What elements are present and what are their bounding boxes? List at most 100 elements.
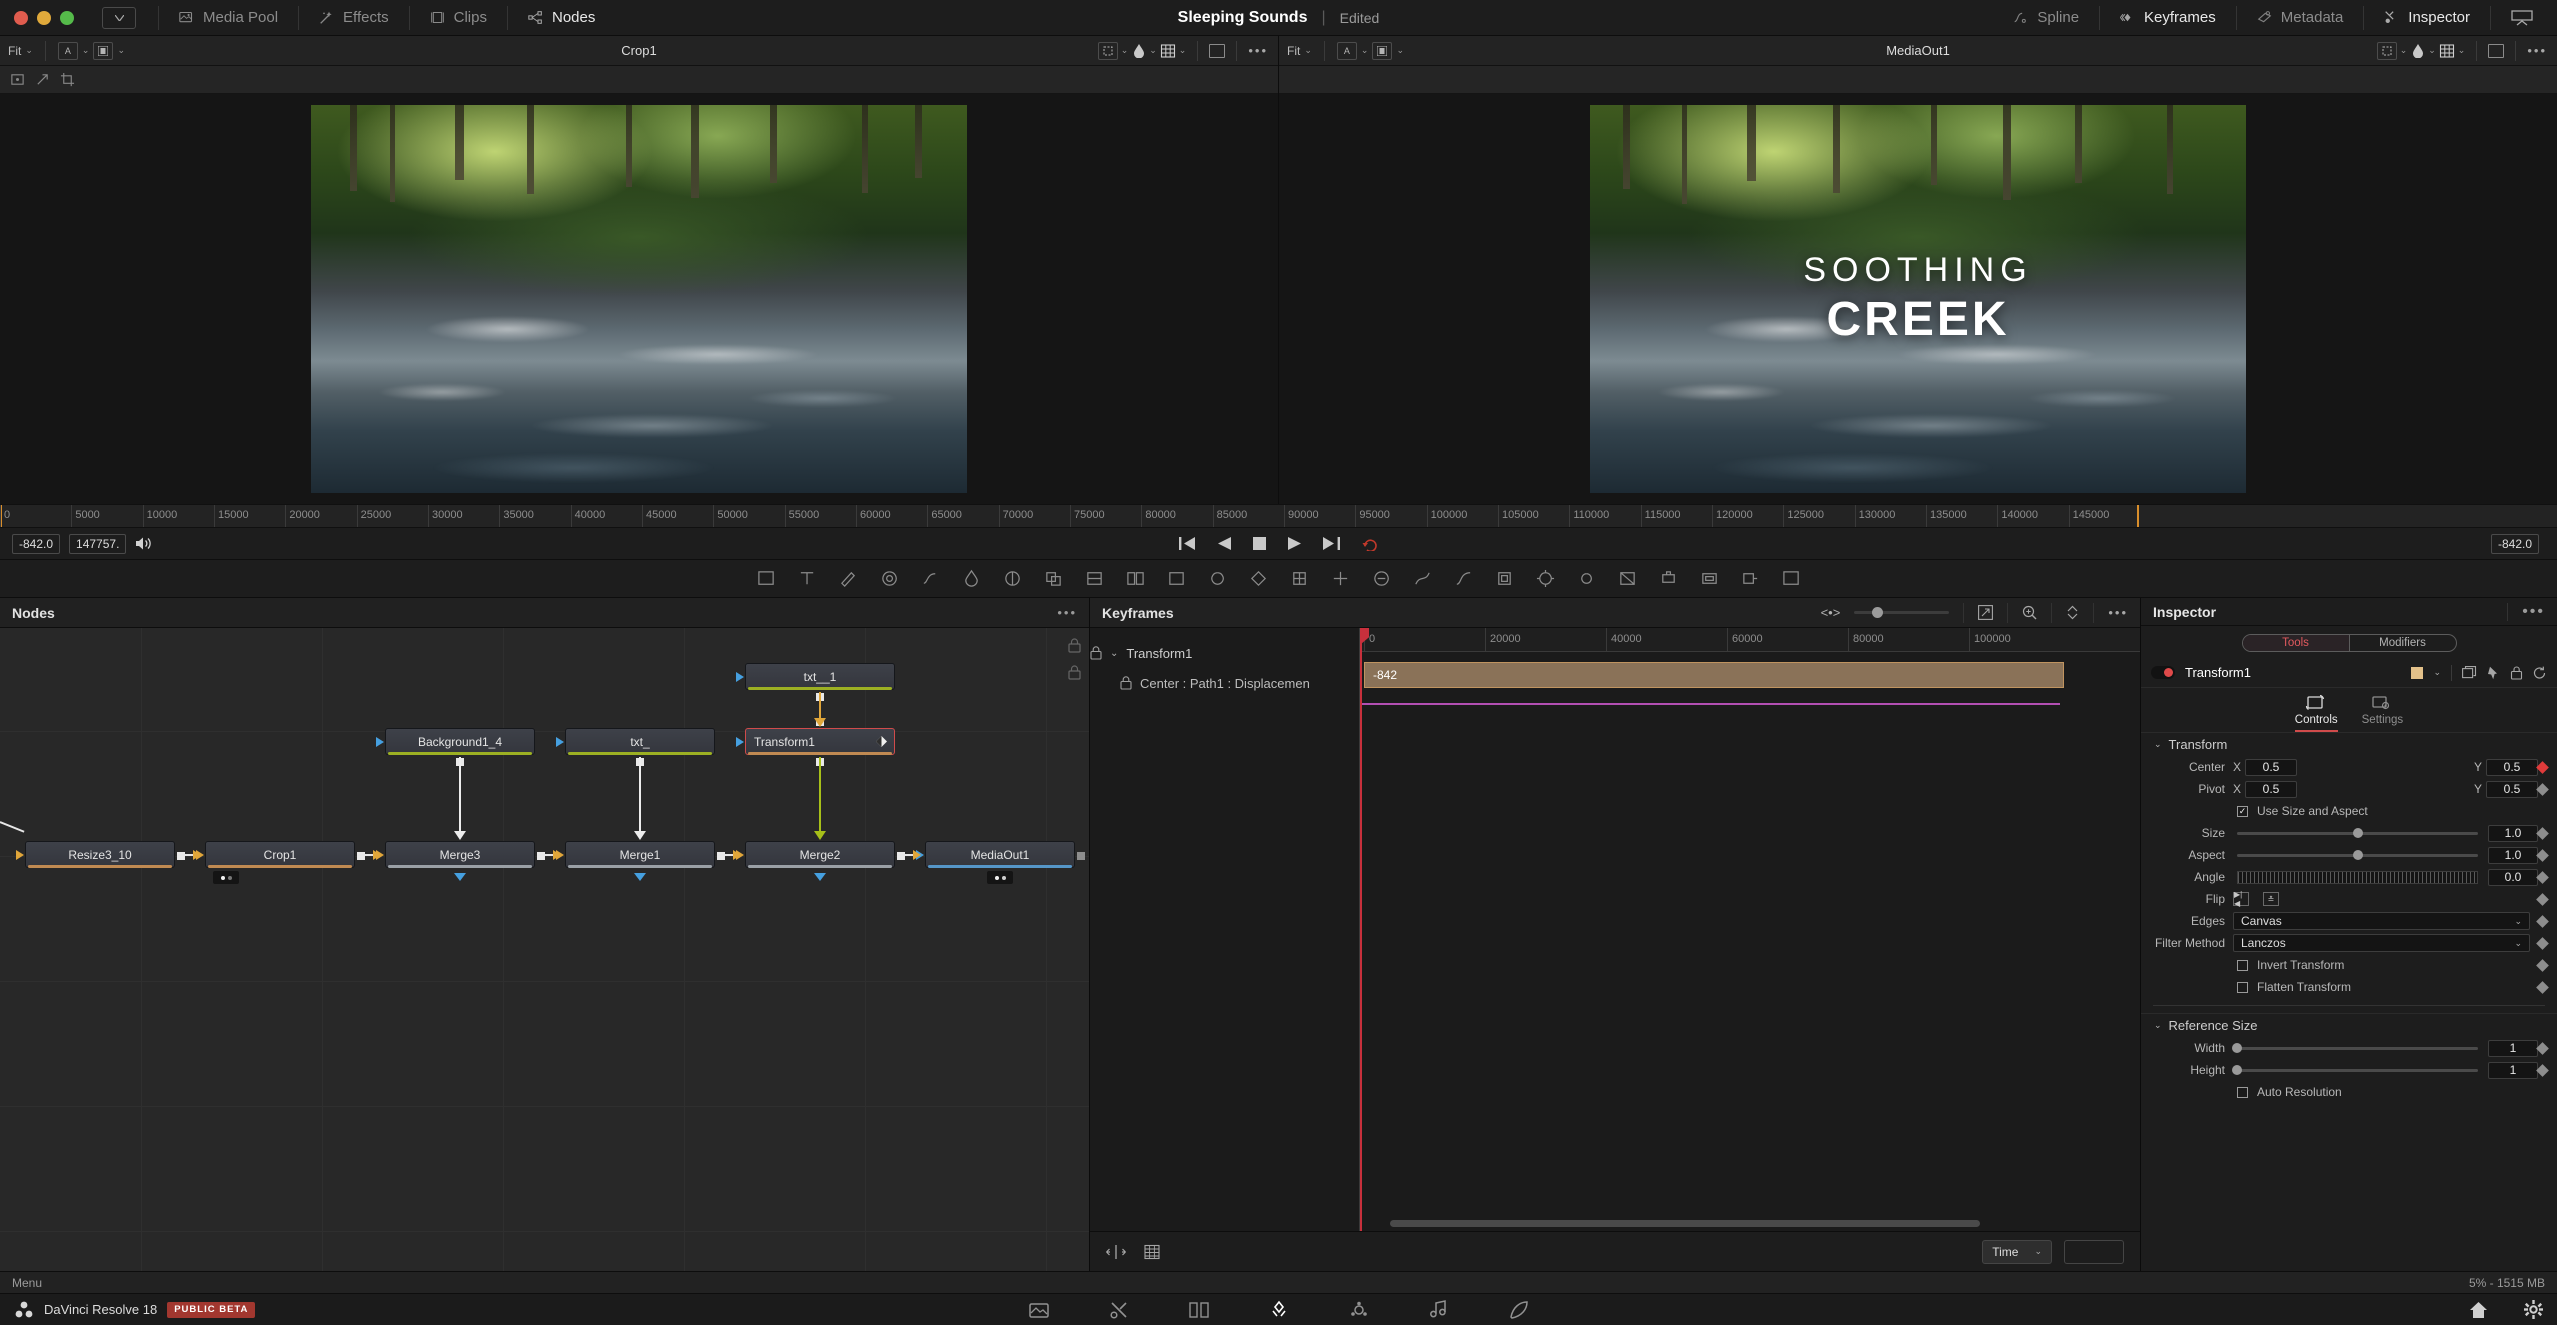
node-input-arrow[interactable] <box>736 672 744 682</box>
keyframes-track-row[interactable]: ⌄ Transform1 <box>1090 638 1359 668</box>
chevron-down-icon[interactable]: ⌄ <box>82 45 90 56</box>
fit-icon[interactable] <box>1978 605 1994 620</box>
chevron-down-icon[interactable]: ⌄ <box>2458 45 2466 56</box>
size-keyframe-button[interactable] <box>2536 826 2549 840</box>
pin-icon[interactable] <box>2487 666 2500 680</box>
viewer-left-buffer-a-button[interactable]: A <box>57 41 78 60</box>
color-page-icon[interactable] <box>1349 1300 1369 1320</box>
node-keyframe-icon[interactable] <box>876 736 887 747</box>
node-input-arrow[interactable] <box>556 737 564 747</box>
viewer-right-canvas[interactable]: SOOTHING CREEK <box>1279 94 2557 504</box>
filter-method-dropdown[interactable]: Lanczos ⌄ <box>2233 934 2530 952</box>
media-in-icon[interactable] <box>1741 569 1760 588</box>
status-menu-label[interactable]: Menu <box>12 1276 42 1290</box>
tab-settings[interactable]: Settings <box>2362 694 2403 732</box>
fusion-page-icon[interactable] <box>1269 1300 1289 1320</box>
panel-chevron-button[interactable] <box>102 6 136 29</box>
edges-keyframe-button[interactable] <box>2536 914 2549 928</box>
chevron-down-icon[interactable]: ⌄ <box>1110 648 1118 659</box>
clips-button[interactable]: Clips <box>412 0 505 36</box>
glow-icon[interactable] <box>1577 569 1596 588</box>
angle-input[interactable]: 0.0 <box>2488 868 2538 886</box>
spreadsheet-icon[interactable] <box>1144 1244 1160 1260</box>
keyframes-ruler[interactable]: 0 20000 40000 60000 80000 100000 <box>1360 628 2140 652</box>
viewer-left-grid-button[interactable] <box>1160 43 1176 59</box>
keyframes-track-row[interactable]: Center : Path1 : Displacemen <box>1090 668 1359 698</box>
color-curves-icon[interactable] <box>1454 569 1473 588</box>
edit-page-icon[interactable] <box>1188 1300 1209 1320</box>
node-mediaout1[interactable]: MediaOut1 <box>916 841 1085 868</box>
viewer-right-options-icon[interactable]: ••• <box>2527 43 2547 58</box>
aspect-input[interactable]: 1.0 <box>2488 846 2538 864</box>
keyframe-path-line[interactable] <box>1360 703 2060 705</box>
inout-range-icon[interactable]: <•> <box>1821 605 1841 620</box>
pivot-x-input[interactable]: 0.5 <box>2245 780 2297 798</box>
nodes-more-options-icon[interactable]: ••• <box>1057 605 1077 620</box>
node-input-arrow[interactable] <box>376 737 384 747</box>
reset-icon[interactable] <box>2533 666 2547 680</box>
merge-tool-icon[interactable] <box>1085 569 1104 588</box>
invert-transform-checkbox[interactable] <box>2237 959 2248 971</box>
node-view-toggle[interactable] <box>987 871 1013 884</box>
paint-drop-icon[interactable] <box>1003 569 1022 588</box>
nodes-button[interactable]: Nodes <box>510 0 613 36</box>
viewer-right-grid-button[interactable] <box>2439 43 2455 59</box>
size-input[interactable]: 1.0 <box>2488 824 2538 842</box>
chevron-down-icon[interactable]: ⌄ <box>1149 45 1157 56</box>
chevron-down-icon[interactable]: ⌄ <box>1304 45 1312 56</box>
center-keyframe-button[interactable] <box>2536 760 2549 774</box>
chevron-down-icon[interactable]: ⌄ <box>117 45 125 56</box>
timeline-end-marker[interactable] <box>2137 505 2139 527</box>
minimize-window-icon[interactable] <box>37 10 51 25</box>
zoom-icon[interactable] <box>2022 605 2037 620</box>
keyframes-value-field[interactable] <box>2064 1239 2124 1264</box>
filter-method-keyframe-button[interactable] <box>2536 936 2549 950</box>
height-keyframe-button[interactable] <box>2536 1063 2549 1077</box>
keyframes-mode-select[interactable]: Time ⌄ <box>1982 1239 2052 1264</box>
node-merge1[interactable]: Merge1 <box>556 841 725 881</box>
chevron-down-icon[interactable]: ⌄ <box>2428 45 2436 56</box>
soft-glow-icon[interactable] <box>1618 569 1637 588</box>
center-y-input[interactable]: 0.5 <box>2486 758 2538 776</box>
ellipse-mask-icon[interactable] <box>1208 569 1227 588</box>
sort-icon[interactable] <box>2066 605 2079 620</box>
planar-tracker-icon[interactable] <box>1331 569 1350 588</box>
chevron-down-icon[interactable]: ⌄ <box>2433 667 2441 678</box>
inspector-more-options-icon[interactable]: ••• <box>2507 602 2545 621</box>
tab-modifiers[interactable]: Modifiers <box>2350 635 2456 651</box>
angle-keyframe-button[interactable] <box>2536 870 2549 884</box>
slider-knob[interactable] <box>2232 1043 2242 1053</box>
camera-tracker-icon[interactable] <box>1372 569 1391 588</box>
chevron-down-icon[interactable]: ⌄ <box>2154 739 2162 750</box>
width-input[interactable]: 1 <box>2488 1039 2538 1057</box>
pivot-keyframe-button[interactable] <box>2536 782 2549 796</box>
node-output-port[interactable] <box>1077 852 1085 860</box>
play-icon[interactable] <box>1287 537 1301 550</box>
flip-horizontal-icon[interactable]: ▶|◀ <box>2233 890 2249 908</box>
media-out-icon[interactable] <box>1782 569 1801 588</box>
chevron-down-icon[interactable]: ⌄ <box>1361 45 1369 56</box>
node-view-toggle[interactable] <box>213 871 239 884</box>
maximize-window-icon[interactable] <box>60 10 74 25</box>
collapse-panel-button[interactable] <box>2493 0 2551 36</box>
lock-icon[interactable] <box>1068 665 1081 680</box>
fusion-tools-strip[interactable] <box>0 560 2557 598</box>
height-input[interactable]: 1 <box>2488 1061 2538 1079</box>
flatten-transform-checkbox[interactable] <box>2237 981 2248 993</box>
center-x-input[interactable]: 0.5 <box>2245 758 2297 776</box>
node-graph-canvas[interactable]: Resize3_10 Crop1 Background1_4 Merge3 txt_ Me… <box>0 628 1089 1271</box>
viewer-left-fullscreen-button[interactable] <box>1209 43 1226 58</box>
play-reverse-icon[interactable] <box>1217 537 1231 550</box>
invert-transform-keyframe-button[interactable] <box>2536 958 2549 972</box>
keyframe-range-bar[interactable]: -842 <box>1364 662 2064 688</box>
fairlight-page-icon[interactable] <box>1429 1299 1449 1320</box>
tool-enable-toggle[interactable] <box>2151 666 2175 679</box>
node-txt-1[interactable]: txt__1 <box>736 663 895 701</box>
media-pool-button[interactable]: Media Pool <box>161 0 296 36</box>
background-tool-icon[interactable] <box>757 569 776 588</box>
viewer-right-roi-button[interactable] <box>2376 41 2397 60</box>
viewer-right-color-button[interactable] <box>2410 43 2425 59</box>
skip-to-end-icon[interactable] <box>1322 537 1340 550</box>
viewer-right-fit-label[interactable]: Fit <box>1287 44 1300 58</box>
copy-icon[interactable] <box>2462 666 2477 679</box>
